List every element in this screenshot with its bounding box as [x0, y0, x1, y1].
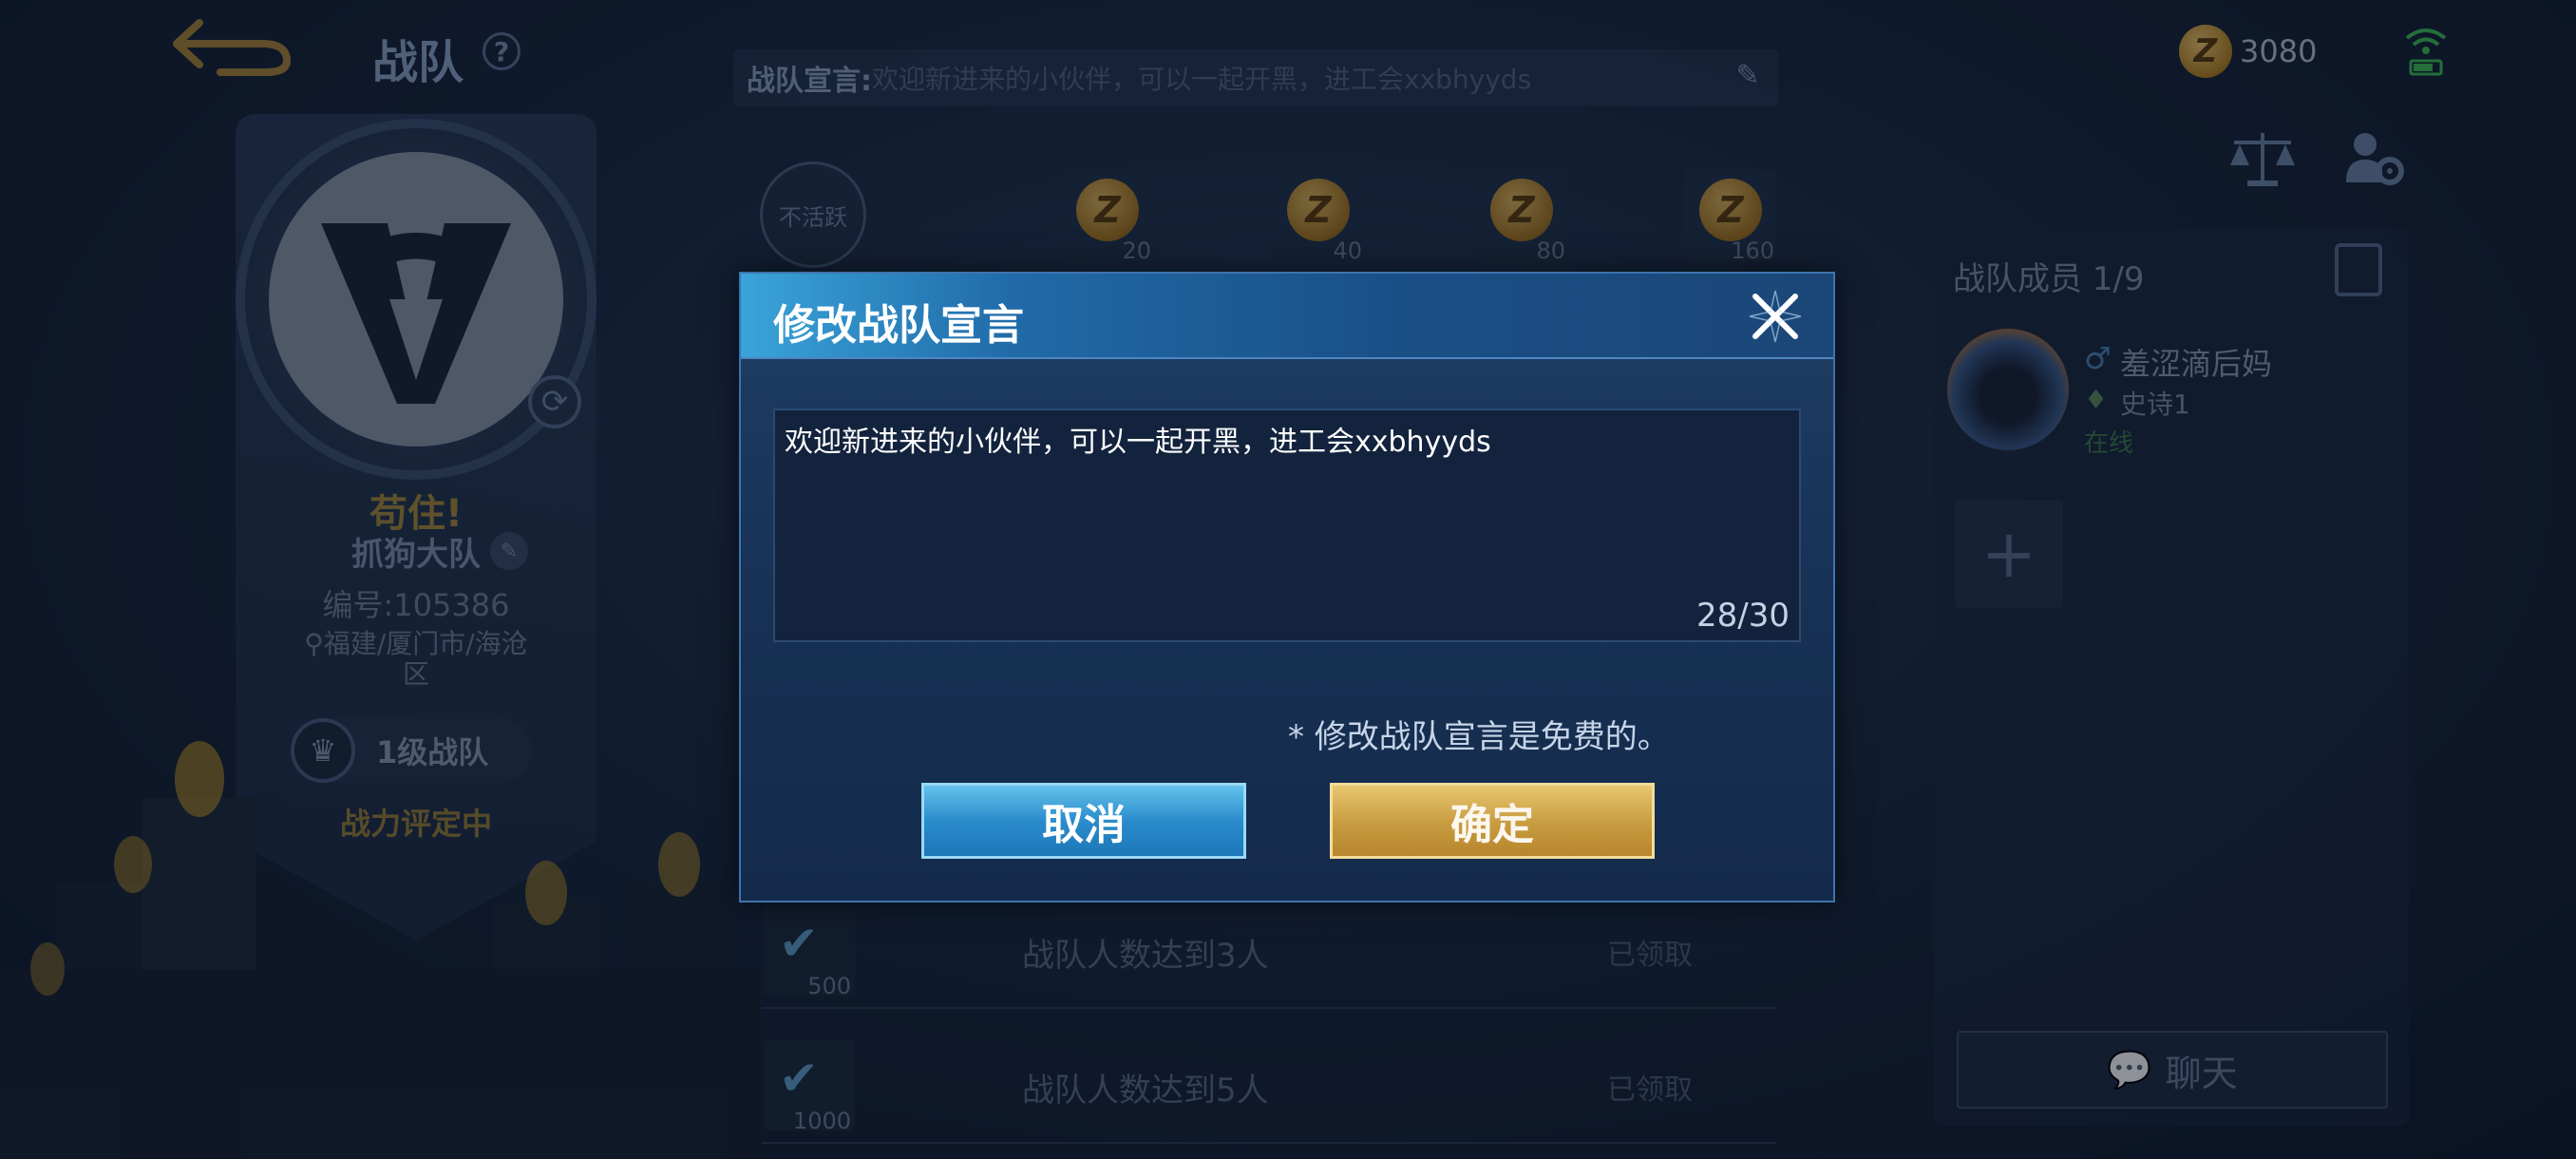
close-icon[interactable]: [1746, 287, 1805, 346]
edit-declaration-dialog: 修改战队宣言 欢迎新进来的小伙伴，可以一起开黑，进工会xxbhyyds 28/3…: [739, 272, 1835, 902]
free-note: * 修改战队宣言是免费的。: [1288, 718, 1670, 756]
char-count: 28/30: [1696, 597, 1790, 635]
confirm-button[interactable]: 确定: [1330, 783, 1655, 859]
dialog-header: 修改战队宣言: [741, 274, 1833, 359]
declaration-textarea-box[interactable]: 欢迎新进来的小伙伴，可以一起开黑，进工会xxbhyyds 28/30: [773, 408, 1801, 642]
dialog-title: 修改战队宣言: [773, 301, 1024, 350]
declaration-input[interactable]: 欢迎新进来的小伙伴，可以一起开黑，进工会xxbhyyds: [785, 418, 1782, 589]
cancel-button[interactable]: 取消: [921, 783, 1246, 859]
